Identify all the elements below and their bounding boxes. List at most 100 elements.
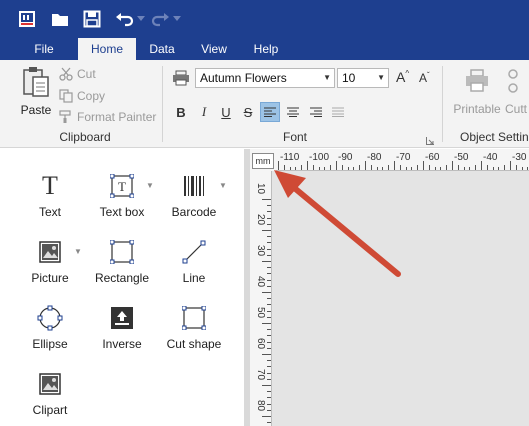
ruler-minor-tick — [267, 360, 271, 362]
ruler-minor-tick — [376, 167, 378, 170]
ruler-minor-tick — [267, 329, 271, 331]
shrink-font-icon[interactable]: Aˇ — [419, 71, 435, 89]
tools-panel: T Text T Text box ▼ Barcode ▼ Picture ▼ … — [0, 149, 244, 426]
cut-shape-icon — [164, 303, 224, 333]
design-canvas[interactable] — [250, 149, 529, 426]
printable-label: Printable — [453, 102, 501, 116]
font-size-value: 10 — [342, 71, 356, 85]
tab-view[interactable]: View — [192, 38, 236, 60]
line-icon — [164, 237, 224, 267]
picture-tool[interactable]: Picture — [20, 237, 80, 286]
align-center-icon[interactable] — [283, 102, 303, 122]
text-box-tool[interactable]: T Text box — [92, 171, 152, 220]
tab-file[interactable]: File — [22, 38, 66, 60]
copy-button[interactable]: Copy — [58, 87, 105, 105]
barcode-tool[interactable]: Barcode — [164, 171, 224, 220]
tab-home[interactable]: Home — [78, 38, 136, 60]
text-box-label: Text box — [99, 205, 145, 219]
title-bar — [0, 0, 529, 38]
ruler-minor-tick — [399, 165, 401, 170]
ruler-minor-tick — [267, 347, 271, 349]
ruler-minor-tick — [521, 167, 523, 170]
chevron-down-icon[interactable]: ▼ — [74, 247, 82, 256]
grow-font-icon[interactable]: A^ — [396, 69, 412, 87]
printable-button[interactable]: Printable — [452, 68, 502, 116]
font-dialog-launcher-icon[interactable] — [426, 134, 434, 145]
cut-object-button[interactable]: Cutt — [505, 68, 529, 116]
text-tool-label: Text — [38, 205, 61, 219]
ruler-minor-tick — [463, 167, 465, 170]
clipboard-group-label: Clipboard — [59, 130, 111, 144]
ruler-minor-tick — [262, 354, 271, 355]
ruler-minor-tick — [370, 165, 372, 170]
ruler-unit-button[interactable]: mm — [252, 153, 274, 169]
ruler-minor-tick — [267, 279, 271, 281]
ruler-minor-tick — [457, 165, 459, 170]
ruler-minor-tick — [301, 165, 303, 170]
ruler-minor-tick — [267, 223, 271, 225]
ruler-minor-tick — [267, 372, 271, 374]
ruler-minor-tick — [341, 165, 343, 170]
redo-icon[interactable] — [149, 8, 171, 30]
ruler-minor-tick — [475, 165, 477, 170]
bold-icon[interactable]: B — [171, 102, 191, 122]
undo-dropdown-icon[interactable] — [136, 8, 146, 30]
format-painter-button[interactable]: Format Painter — [58, 108, 156, 126]
ruler-minor-tick — [330, 165, 332, 170]
group-divider — [162, 66, 163, 142]
ruler-tick — [365, 161, 366, 170]
ellipse-tool[interactable]: Ellipse — [20, 303, 80, 352]
ruler-minor-tick — [318, 167, 320, 170]
ruler-tick — [278, 161, 279, 170]
font-size-select[interactable]: 10 ▼ — [337, 68, 389, 88]
rectangle-label: Rectangle — [94, 271, 150, 285]
rectangle-tool[interactable]: Rectangle — [92, 237, 152, 286]
save-icon[interactable] — [81, 8, 103, 30]
ruler-minor-tick — [267, 378, 271, 380]
undo-icon[interactable] — [114, 8, 136, 30]
tab-data[interactable]: Data — [140, 38, 184, 60]
font-name-select[interactable]: Autumn Flowers ▼ — [195, 68, 335, 88]
text-tool[interactable]: T Text — [20, 171, 80, 220]
underline-icon[interactable]: U — [216, 102, 236, 122]
ruler-label: -100 — [309, 152, 330, 163]
open-folder-icon[interactable] — [49, 8, 71, 30]
ruler-label: 50 — [255, 307, 266, 319]
ellipse-label: Ellipse — [32, 337, 68, 351]
ruler-minor-tick — [388, 165, 390, 170]
barcode-icon — [164, 171, 224, 201]
chevron-down-icon[interactable]: ▼ — [219, 181, 227, 190]
font-group-label: Font — [282, 130, 307, 144]
line-tool[interactable]: Line — [164, 237, 224, 286]
align-right-icon[interactable] — [306, 102, 326, 122]
barcode-label: Barcode — [171, 205, 217, 219]
tab-help[interactable]: Help — [244, 38, 288, 60]
ruler-minor-tick — [347, 167, 349, 170]
ruler-minor-tick — [492, 167, 494, 170]
inverse-tool[interactable]: Inverse — [92, 303, 152, 352]
italic-icon[interactable]: I — [194, 102, 214, 122]
paste-button[interactable]: Paste — [16, 66, 56, 122]
ruler-minor-tick — [267, 267, 271, 269]
ruler-minor-tick — [262, 416, 271, 417]
ruler-label: 20 — [255, 214, 266, 226]
ruler-label: -60 — [425, 152, 440, 163]
strikethrough-icon[interactable]: S — [238, 102, 258, 122]
align-left-icon[interactable] — [260, 102, 280, 122]
redo-dropdown-icon[interactable] — [172, 8, 182, 30]
text-box-icon: T — [92, 171, 152, 201]
ruler-minor-tick — [262, 292, 271, 293]
group-divider — [442, 66, 443, 142]
ruler-minor-tick — [267, 298, 271, 300]
clipart-tool[interactable]: Clipart — [20, 369, 80, 418]
chevron-down-icon[interactable]: ▼ — [146, 181, 154, 190]
align-justify-icon[interactable] — [328, 102, 348, 122]
cut-label: Cut — [77, 67, 96, 81]
ruler-minor-tick — [324, 167, 326, 170]
ruler-minor-tick — [267, 205, 271, 207]
cut-shape-tool[interactable]: Cut shape — [164, 303, 224, 352]
ruler-label: -30 — [512, 152, 527, 163]
cut-button[interactable]: Cut — [58, 65, 96, 83]
ruler-minor-tick — [267, 366, 271, 368]
font-name-value: Autumn Flowers — [200, 71, 287, 85]
